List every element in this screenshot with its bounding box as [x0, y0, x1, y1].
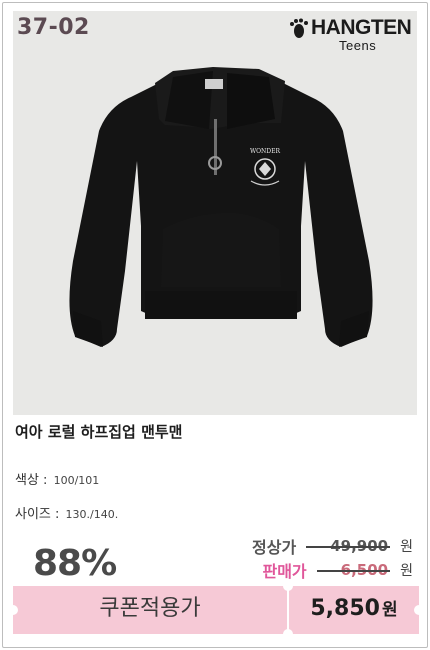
product-title[interactable]: 여아 로럴 하프집업 맨투맨	[15, 421, 182, 442]
product-image[interactable]: WONDER 37-02 HANGTEN Teens	[13, 11, 417, 415]
product-code: 37-02	[17, 15, 90, 40]
discount-rate: 88%	[33, 543, 117, 584]
size-label: 사이즈 :	[15, 507, 60, 522]
sale-price: 6,500	[316, 561, 391, 579]
coupon-price-bar[interactable]: 쿠폰적용가 5,850 원	[8, 581, 424, 639]
strikethrough-line	[306, 546, 391, 548]
footprint-icon	[290, 18, 308, 38]
regular-price-row: 정상가 49,900 원	[252, 535, 413, 557]
product-card[interactable]: WONDER 37-02 HANGTEN Teens 여아 로럴 하프집업 맨투…	[2, 2, 428, 648]
color-option: 색상 : 100/101	[15, 469, 99, 488]
coupon-price-value: 5,850	[310, 596, 380, 621]
regular-price: 49,900	[306, 537, 391, 555]
sale-price-row: 판매가 6,500 원	[262, 559, 413, 581]
regular-price-currency: 원	[400, 539, 413, 555]
brand-logo: HANGTEN Teens	[289, 15, 412, 55]
regular-price-label: 정상가	[252, 538, 297, 557]
brand-subline: Teens	[339, 38, 377, 53]
strikethrough-line	[316, 570, 391, 572]
brand-name: HANGTEN	[311, 16, 412, 39]
size-value: 130./140.	[65, 508, 119, 521]
size-option: 사이즈 : 130./140.	[15, 503, 118, 522]
sale-price-label: 판매가	[262, 562, 307, 581]
emblem-text: WONDER	[250, 148, 281, 155]
coupon-price: 5,850 원	[289, 586, 419, 634]
sale-price-currency: 원	[400, 563, 413, 579]
coupon-label: 쿠폰적용가	[99, 596, 201, 621]
coupon-price-currency: 원	[381, 600, 398, 620]
color-value: 100/101	[53, 474, 100, 487]
color-label: 색상 :	[15, 473, 48, 488]
sweatshirt-image: WONDER	[69, 67, 373, 347]
